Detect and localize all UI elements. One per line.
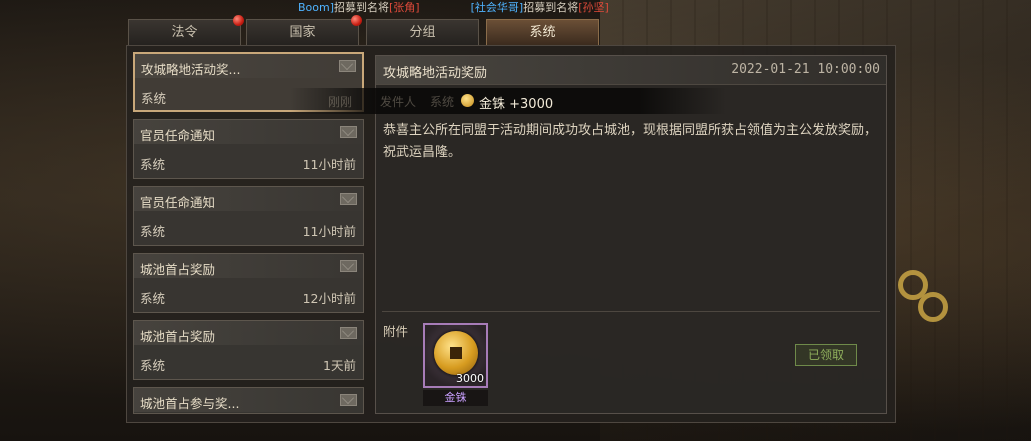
tab-system[interactable]: 系统 <box>486 19 599 45</box>
tab-decree[interactable]: 法令 <box>128 15 244 45</box>
notification-dot-icon <box>351 15 362 26</box>
claimed-button[interactable]: 已领取 <box>795 344 857 366</box>
mail-item-title: 城池首占奖励 <box>140 329 216 344</box>
toast-ghost-text: 刚刚 <box>328 95 353 109</box>
mail-item[interactable]: 官员任命通知 系统 11小时前 <box>133 119 364 179</box>
gold-coin-icon <box>434 331 478 375</box>
mail-item-sender: 系统 <box>140 291 166 306</box>
envelope-icon <box>340 260 357 272</box>
mail-item-sender: 系统 <box>141 91 167 106</box>
notification-dot-icon <box>233 15 244 26</box>
mail-item-title: 城池首占参与奖... <box>140 396 240 411</box>
mail-item-time: 1天前 <box>323 358 356 373</box>
tab-label: 法令 <box>171 25 198 40</box>
toast-ghost-text: 系统 <box>430 95 455 109</box>
attachment-label: 附件 <box>383 324 409 339</box>
toast-text: 金铢 +3000 <box>479 97 554 112</box>
announcement-marquee: Boom]招募到名将[张角] [社会华哥]招募到名将[孙坚] <box>298 0 609 15</box>
mail-item-sender: 系统 <box>140 224 166 239</box>
mail-item[interactable]: 城池首占奖励 系统 1天前 <box>133 320 364 380</box>
envelope-icon <box>340 193 357 205</box>
marquee-general-2: [孙坚] <box>578 1 609 14</box>
mail-detail-header: 攻城略地活动奖励 2022-01-21 10:00:00 <box>376 56 886 85</box>
tab-label: 系统 <box>529 25 556 40</box>
mail-item-time: 12小时前 <box>302 291 356 306</box>
mail-item-time: 11小时前 <box>302 157 356 172</box>
mail-detail-date: 2022-01-21 10:00:00 <box>731 62 880 77</box>
mail-item-title: 城池首占奖励 <box>140 262 216 277</box>
envelope-icon <box>340 327 357 339</box>
mail-item[interactable]: 官员任命通知 系统 11小时前 <box>133 186 364 246</box>
mail-item-sender: 系统 <box>140 157 166 172</box>
tab-label: 国家 <box>289 25 316 40</box>
mail-item-time: 11小时前 <box>302 224 356 239</box>
tab-label: 分组 <box>409 25 436 40</box>
gold-coin-icon <box>461 94 474 107</box>
mail-detail-body: 恭喜主公所在同盟于活动期间成功攻占城池，现根据同盟所获占领值为主公发放奖励，祝武… <box>383 123 878 160</box>
tab-nation[interactable]: 国家 <box>246 15 362 45</box>
reward-toast: 刚刚 发件人 系统 金铢 +3000 <box>290 88 726 114</box>
marquee-text-2: 招募到名将 <box>523 1 579 14</box>
marquee-player-2: [社会华哥] <box>470 1 524 14</box>
marquee-player-1: Boom] <box>298 1 335 14</box>
mail-item-sender: 系统 <box>140 358 166 373</box>
envelope-icon <box>339 60 356 72</box>
envelope-icon <box>340 394 357 406</box>
marquee-text-1: 招募到名将 <box>334 1 390 14</box>
attachment-name: 金铢 <box>423 390 488 406</box>
background-coin-icon <box>918 292 948 322</box>
marquee-general-1: [张角] <box>389 1 420 14</box>
mail-item[interactable]: 城池首占参与奖... <box>133 387 364 414</box>
attachment-slot[interactable]: 3000 <box>423 323 488 388</box>
mail-item-title: 攻城略地活动奖... <box>141 62 241 77</box>
attachment-quantity: 3000 <box>456 372 484 385</box>
divider <box>382 311 880 312</box>
mail-item-title: 官员任命通知 <box>140 195 216 210</box>
toast-ghost-text: 发件人 <box>380 95 417 109</box>
tab-group[interactable]: 分组 <box>366 19 479 45</box>
mail-detail-title: 攻城略地活动奖励 <box>383 66 488 81</box>
mail-item[interactable]: 城池首占奖励 系统 12小时前 <box>133 253 364 313</box>
envelope-icon <box>340 126 357 138</box>
mail-item-title: 官员任命通知 <box>140 128 216 143</box>
